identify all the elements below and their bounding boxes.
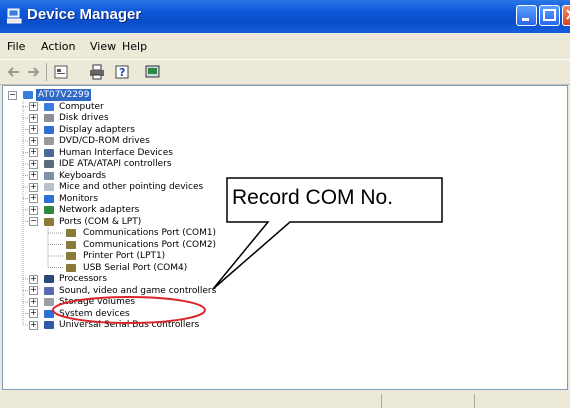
device-manager-window: Device Manager File Action View Help ? −… [0, 0, 570, 408]
callout-text: Record COM No. [232, 186, 394, 209]
highlight-ellipse [52, 296, 206, 324]
